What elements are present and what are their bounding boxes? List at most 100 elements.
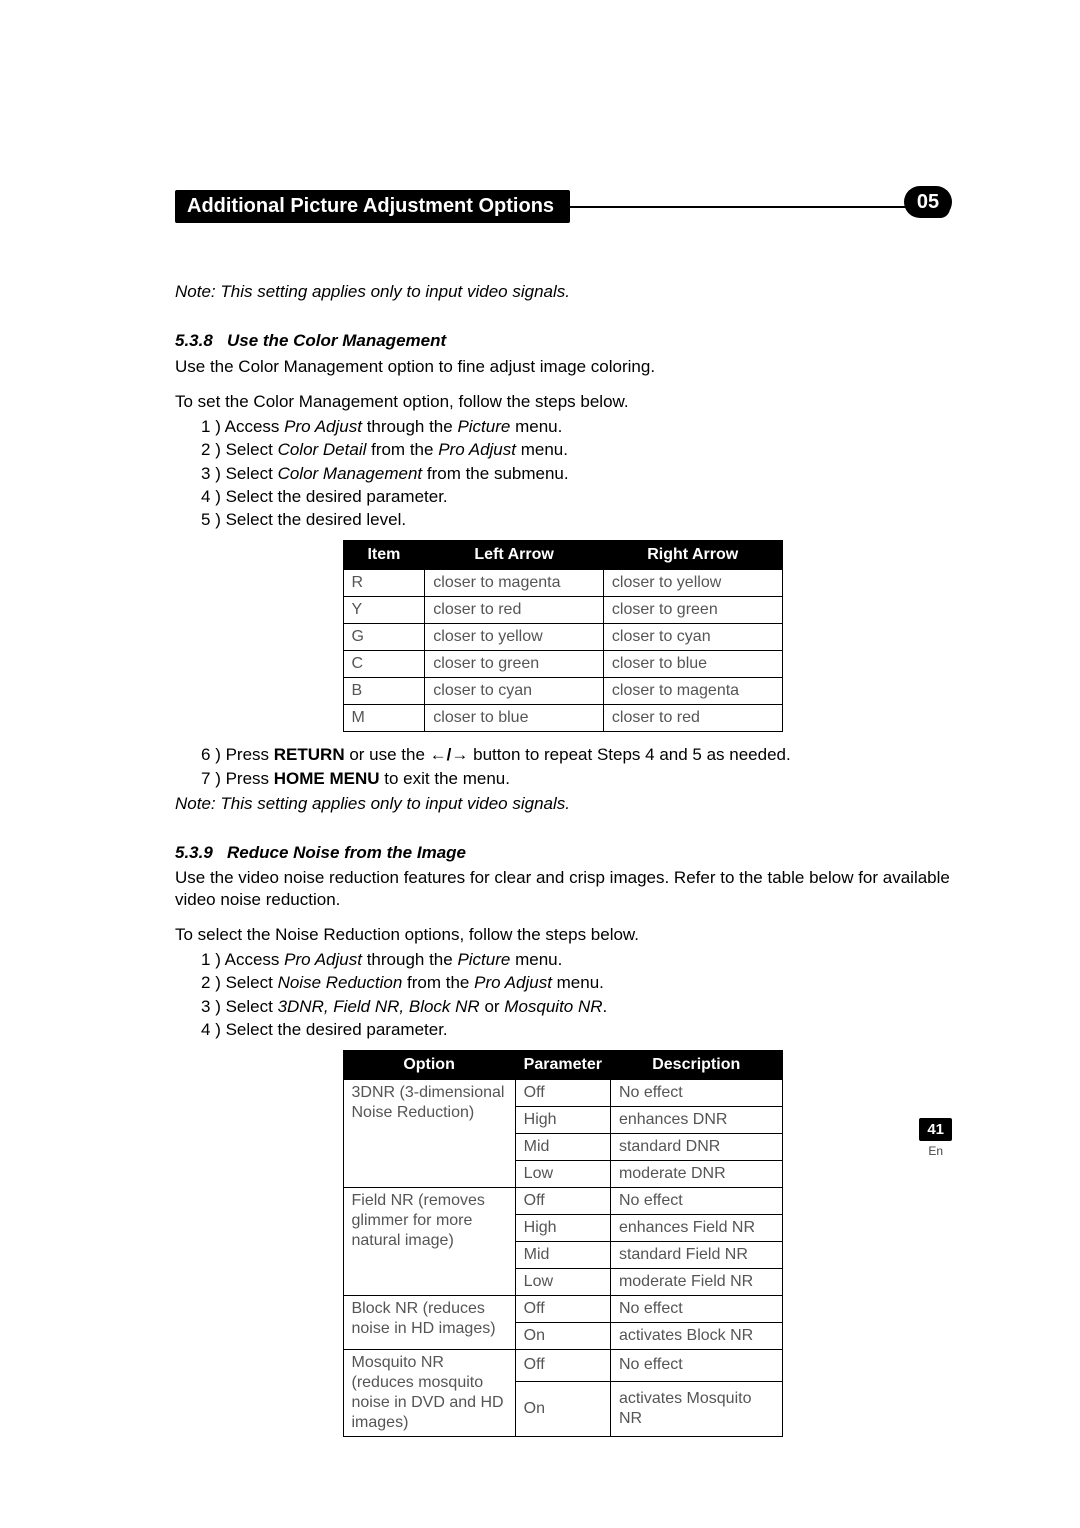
table-cell: closer to blue — [425, 705, 604, 732]
table-cell: No effect — [610, 1296, 782, 1323]
table-cell: closer to cyan — [603, 624, 782, 651]
table-cell: closer to red — [425, 597, 604, 624]
noise-reduction-table: Option Parameter Description 3DNR (3-dim… — [343, 1050, 783, 1437]
content: Note: This setting applies only to input… — [175, 281, 950, 1437]
table-cell: M — [343, 705, 425, 732]
table-cell: closer to yellow — [425, 624, 604, 651]
step-list: Access Pro Adjust through the Picture me… — [201, 416, 950, 530]
table-cell: Low — [515, 1161, 610, 1188]
step: Access Pro Adjust through the Picture me… — [201, 949, 950, 970]
table-row: Bcloser to cyancloser to magenta — [343, 678, 782, 705]
header-rule — [568, 206, 932, 208]
table-row: Ccloser to greencloser to blue — [343, 651, 782, 678]
table-cell: Mid — [515, 1134, 610, 1161]
table-row: 3DNR (3-dimensional Noise Reduction)OffN… — [343, 1080, 782, 1107]
page: Additional Picture Adjustment Options 05… — [0, 0, 1080, 1528]
table-cell: Off — [515, 1188, 610, 1215]
table-row: Mosquito NR (reduces mosquito noise in D… — [343, 1350, 782, 1382]
table-cell: High — [515, 1107, 610, 1134]
section-header: Additional Picture Adjustment Options — [175, 190, 950, 223]
page-number: 41 — [919, 1118, 952, 1141]
paragraph: Use the Color Management option to fine … — [175, 356, 950, 377]
th-right-arrow: Right Arrow — [603, 541, 782, 570]
step: Select the desired parameter. — [201, 486, 950, 507]
table-cell: Mid — [515, 1242, 610, 1269]
table-cell: enhances Field NR — [610, 1215, 782, 1242]
subsection-name: Reduce Noise from the Image — [227, 843, 466, 862]
table-cell: closer to green — [425, 651, 604, 678]
table-cell: moderate Field NR — [610, 1269, 782, 1296]
step: Access Pro Adjust through the Picture me… — [201, 416, 950, 437]
table-cell: Low — [515, 1269, 610, 1296]
th-item: Item — [343, 541, 425, 570]
table-row: Ycloser to redcloser to green — [343, 597, 782, 624]
th-description: Description — [610, 1051, 782, 1080]
subsection-heading-539: 5.3.9 Reduce Noise from the Image — [175, 842, 950, 863]
paragraph: Use the video noise reduction features f… — [175, 867, 950, 910]
th-left-arrow: Left Arrow — [425, 541, 604, 570]
table-row: Field NR (removes glimmer for more natur… — [343, 1188, 782, 1215]
paragraph: To set the Color Management option, foll… — [175, 391, 950, 412]
table-cell: closer to blue — [603, 651, 782, 678]
step: Select the desired parameter. — [201, 1019, 950, 1040]
subsection-heading-538: 5.3.8 Use the Color Management — [175, 330, 950, 351]
table-cell: activates Block NR — [610, 1323, 782, 1350]
table-cell: Y — [343, 597, 425, 624]
section-title: Additional Picture Adjustment Options — [175, 190, 570, 223]
table-cell: No effect — [610, 1080, 782, 1107]
page-lang: En — [919, 1144, 952, 1158]
table-cell: G — [343, 624, 425, 651]
subsection-num: 5.3.9 — [175, 843, 213, 862]
table-cell: enhances DNR — [610, 1107, 782, 1134]
chapter-number-badge: 05 — [904, 186, 952, 218]
table-cell: C — [343, 651, 425, 678]
table-cell: closer to green — [603, 597, 782, 624]
table-cell: Off — [515, 1080, 610, 1107]
table-cell: Off — [515, 1296, 610, 1323]
th-option: Option — [343, 1051, 515, 1080]
table-cell: standard Field NR — [610, 1242, 782, 1269]
table-cell: No effect — [610, 1188, 782, 1215]
step: Select the desired level. — [201, 509, 950, 530]
note-text: Note: This setting applies only to input… — [175, 793, 950, 814]
subsection-name: Use the Color Management — [227, 331, 446, 350]
home-menu-key: HOME MENU — [274, 769, 380, 788]
table-cell: moderate DNR — [610, 1161, 782, 1188]
step: Select Color Detail from the Pro Adjust … — [201, 439, 950, 460]
note-text: Note: This setting applies only to input… — [175, 281, 950, 302]
table-cell: activates Mosquito NR — [610, 1381, 782, 1436]
table-cell: On — [515, 1323, 610, 1350]
table-cell: R — [343, 570, 425, 597]
table-cell: Off — [515, 1350, 610, 1382]
table-cell: High — [515, 1215, 610, 1242]
table-row: Block NR (reduces noise in HD images)Off… — [343, 1296, 782, 1323]
table-cell: closer to magenta — [425, 570, 604, 597]
table-cell: closer to magenta — [603, 678, 782, 705]
table-cell: 3DNR (3-dimensional Noise Reduction) — [343, 1080, 515, 1188]
table-cell: Field NR (removes glimmer for more natur… — [343, 1188, 515, 1296]
table-cell: B — [343, 678, 425, 705]
step: Press RETURN or use the ←/→ button to re… — [201, 744, 950, 765]
subsection-num: 5.3.8 — [175, 331, 213, 350]
step: Select Color Management from the submenu… — [201, 463, 950, 484]
step: Press HOME MENU to exit the menu. — [201, 768, 950, 789]
table-row: Gcloser to yellowcloser to cyan — [343, 624, 782, 651]
table-row: Rcloser to magentacloser to yellow — [343, 570, 782, 597]
table-cell: Mosquito NR (reduces mosquito noise in D… — [343, 1350, 515, 1437]
th-parameter: Parameter — [515, 1051, 610, 1080]
table-cell: closer to cyan — [425, 678, 604, 705]
return-key: RETURN — [274, 745, 345, 764]
paragraph: To select the Noise Reduction options, f… — [175, 924, 950, 945]
table-cell: Block NR (reduces noise in HD images) — [343, 1296, 515, 1350]
table-cell: closer to yellow — [603, 570, 782, 597]
table-cell: standard DNR — [610, 1134, 782, 1161]
step: Select 3DNR, Field NR, Block NR or Mosqu… — [201, 996, 950, 1017]
step-list: Press RETURN or use the ←/→ button to re… — [201, 744, 950, 789]
table-row: Mcloser to bluecloser to red — [343, 705, 782, 732]
table-cell: closer to red — [603, 705, 782, 732]
left-right-arrow-icon: ←/→ — [430, 745, 469, 764]
step: Select Noise Reduction from the Pro Adju… — [201, 972, 950, 993]
table-cell: No effect — [610, 1350, 782, 1382]
color-management-table: Item Left Arrow Right Arrow Rcloser to m… — [343, 540, 783, 732]
step-list: Access Pro Adjust through the Picture me… — [201, 949, 950, 1040]
